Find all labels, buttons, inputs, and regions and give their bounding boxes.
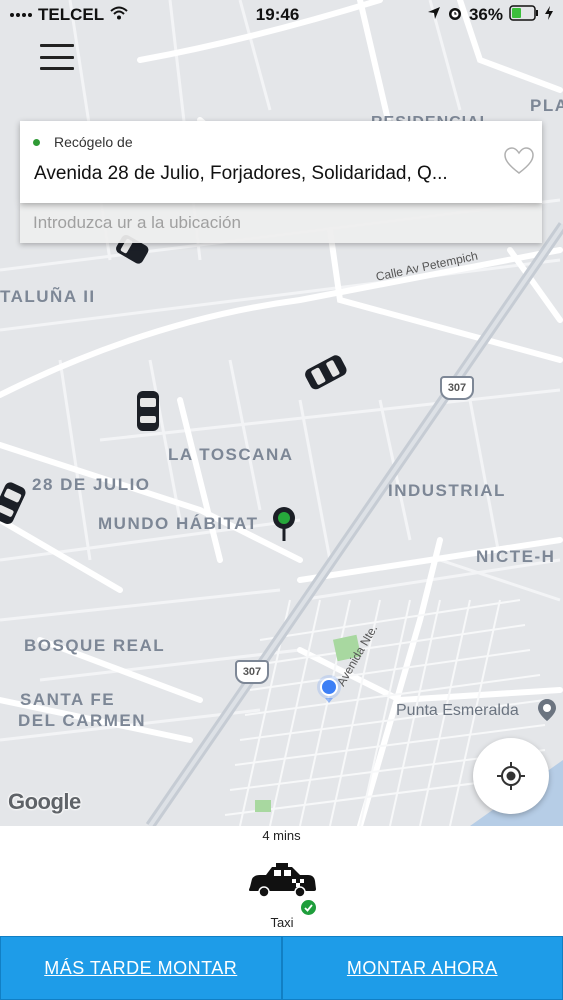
alarm-icon <box>447 5 463 26</box>
map-label-nicte-h: NICTE-H <box>476 547 556 566</box>
pickup-dot-icon <box>33 139 40 146</box>
map-label-del-carmen: DEL CARMEN <box>18 711 147 730</box>
vehicle-label: Taxi <box>270 915 294 930</box>
poi-pin-icon <box>538 699 556 721</box>
pickup-card[interactable]: Recógelo de Avenida 28 de Julio, Forjado… <box>20 121 542 203</box>
heart-icon[interactable] <box>504 147 534 175</box>
pickup-pin-icon[interactable] <box>272 506 296 542</box>
status-left: TELCEL <box>0 5 128 25</box>
status-bar: TELCEL 19:46 36% <box>0 0 563 30</box>
map-label-santa-fe: SANTA FE <box>20 690 116 709</box>
highway-badge: 307 <box>440 376 474 400</box>
map-label-industrial: INDUSTRIAL <box>388 481 506 500</box>
location-arrow-icon <box>427 5 441 25</box>
action-bar: MÁS TARDE MONTAR MONTAR AHORA <box>0 936 563 1000</box>
destination-card[interactable] <box>20 203 542 243</box>
wifi-icon <box>110 5 128 25</box>
map-label-mundo-habitat: MUNDO HÁBITAT <box>98 514 259 533</box>
eta-label: 4 mins <box>262 828 301 843</box>
user-location-icon <box>316 674 342 704</box>
crosshair-icon <box>497 762 525 790</box>
taxi-icon <box>246 863 318 904</box>
google-logo: Google <box>8 789 81 814</box>
map-label-la-toscana: LA TOSCANA <box>168 445 294 464</box>
destination-input[interactable] <box>33 211 523 235</box>
battery-percent: 36% <box>468 5 503 24</box>
vehicle-option-taxi[interactable]: Taxi <box>240 858 324 932</box>
menu-button[interactable] <box>40 44 74 70</box>
ride-later-button[interactable]: MÁS TARDE MONTAR <box>0 936 282 1000</box>
map-label-28-de-julio: 28 DE JULIO <box>32 475 151 494</box>
menu-bar <box>40 44 74 47</box>
map-label-taluna: TALUÑA II <box>0 287 96 306</box>
signal-icon <box>10 13 32 17</box>
map-label-bosque-real: BOSQUE REAL <box>24 636 166 655</box>
recenter-location-button[interactable] <box>473 738 549 814</box>
carrier-name: TELCEL <box>38 5 105 24</box>
pickup-address[interactable]: Avenida 28 de Julio, Forjadores, Solidar… <box>34 163 494 185</box>
charging-bolt-icon <box>545 5 553 25</box>
status-right: 36% <box>427 4 563 26</box>
menu-bar <box>40 67 74 70</box>
clock: 19:46 <box>255 5 300 24</box>
pickup-label: Recógelo de <box>54 134 133 150</box>
highway-badge: 307 <box>235 660 269 684</box>
selected-check-icon <box>301 900 316 915</box>
map-label-pla: PLA <box>530 96 563 115</box>
car-icon <box>136 390 160 437</box>
ride-now-button[interactable]: MONTAR AHORA <box>281 936 563 1000</box>
battery-icon <box>509 4 539 26</box>
menu-bar <box>40 55 74 59</box>
poi-label-punta-esmeralda: Punta Esmeralda <box>396 702 519 719</box>
